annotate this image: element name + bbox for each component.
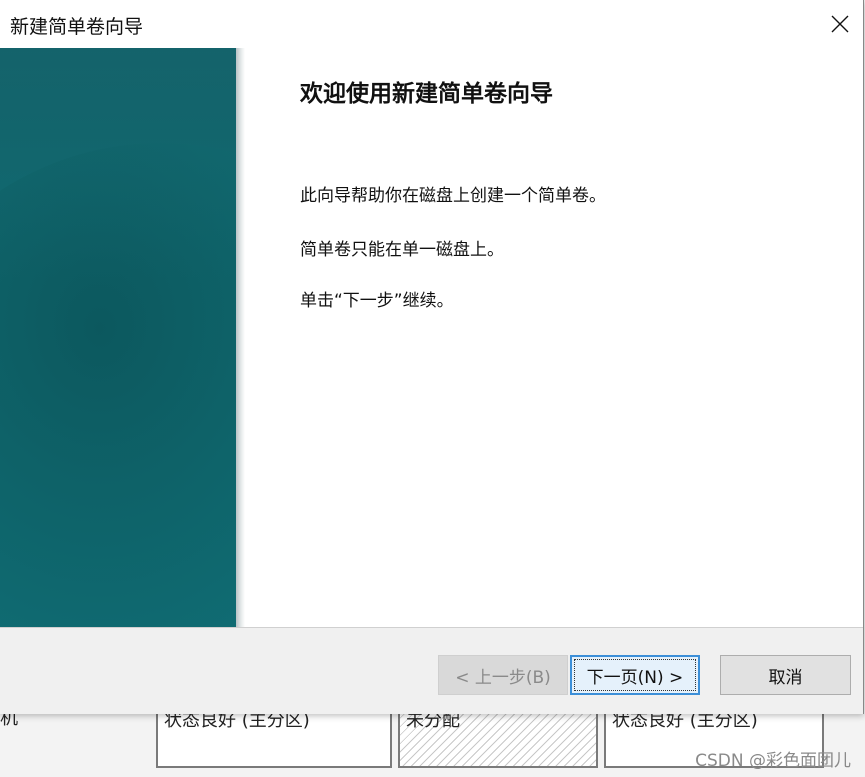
wizard-banner-image xyxy=(0,48,236,627)
page-heading: 欢迎使用新建简单卷向导 xyxy=(300,81,553,107)
banner-divider xyxy=(236,48,245,627)
button-bar: < 上一步(B) 下一页(N) > 取消 xyxy=(0,627,863,714)
close-button[interactable] xyxy=(825,6,855,42)
cancel-button[interactable]: 取消 xyxy=(720,655,851,695)
title-bar: 新建简单卷向导 xyxy=(0,0,863,48)
back-button[interactable]: < 上一步(B) xyxy=(438,655,568,695)
instruction-text: 单击“下一步”继续。 xyxy=(300,291,454,311)
info-text: 简单卷只能在单一磁盘上。 xyxy=(300,240,504,260)
window-title: 新建简单卷向导 xyxy=(10,16,144,38)
close-icon xyxy=(831,15,849,33)
watermark-text: CSDN @彩色面团儿 xyxy=(695,751,851,771)
new-simple-volume-wizard: 新建简单卷向导 欢迎使用新建简单卷向导 此向导帮助你在磁盘上创建一个简单卷。 简… xyxy=(0,0,864,714)
next-button[interactable]: 下一页(N) > xyxy=(570,655,700,695)
intro-text: 此向导帮助你在磁盘上创建一个简单卷。 xyxy=(300,186,606,206)
